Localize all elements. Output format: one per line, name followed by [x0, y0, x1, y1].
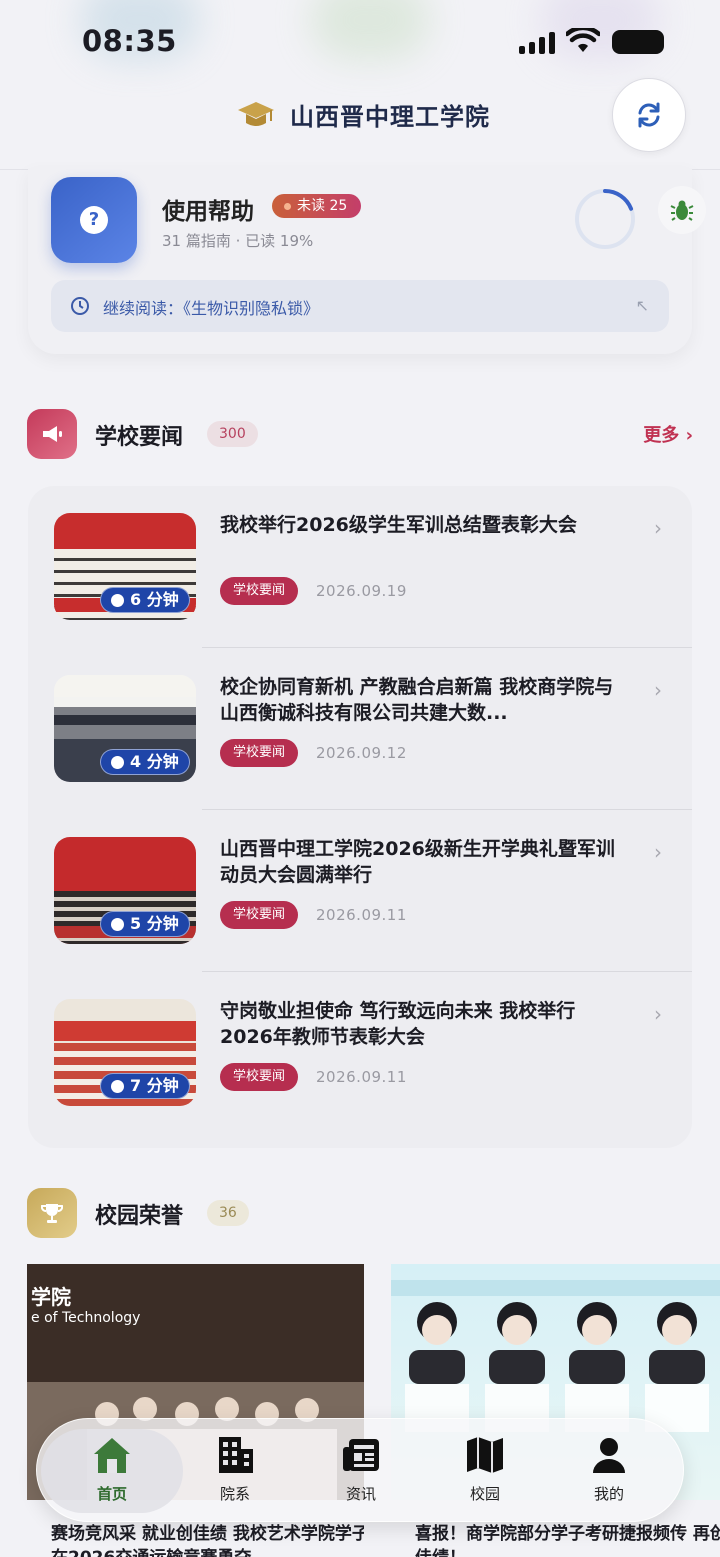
- help-card[interactable]: ? 使用帮助 未读 25 31 篇指南 · 已读 19% 继续阅读：《生物识别隐…: [28, 168, 706, 354]
- help-subtitle: 31 篇指南 · 已读 19%: [162, 232, 314, 250]
- news-date: 2026.09.11: [316, 906, 407, 924]
- news-tag: 学校要闻: [220, 577, 299, 605]
- unread-badge: 未读 25: [272, 194, 362, 218]
- honor-caption: 喜报！商学院部分学子考研捷报频传 再创佳绩！: [415, 1524, 720, 1557]
- signal-icon: [519, 30, 557, 54]
- news-thumbnail: 4 分钟: [54, 675, 196, 782]
- news-item[interactable]: 7 分钟 守岗敬业担使命 笃行致远向未来 我校举行2026年教师节表彰大会 学校…: [28, 972, 692, 1134]
- news-thumbnail: 6 分钟: [54, 513, 196, 620]
- status-time: 08:35: [82, 24, 177, 58]
- tab-departments[interactable]: 院系: [175, 1429, 295, 1513]
- tab-label: 资讯: [345, 1485, 376, 1503]
- honor-count-badge: 36: [207, 1200, 249, 1226]
- map-icon: [467, 1437, 503, 1473]
- graduation-cap-icon: [238, 102, 274, 126]
- bug-icon: [670, 200, 694, 221]
- tab-home[interactable]: 首页: [41, 1429, 183, 1513]
- news-tag: 学校要闻: [220, 901, 299, 929]
- news-title: 山西晋中理工学院2026级新生开学典礼暨军训动员大会圆满举行: [220, 838, 615, 886]
- news-date: 2026.09.11: [316, 1068, 407, 1086]
- profile-icon: [593, 1438, 625, 1473]
- more-link[interactable]: 更多 ›: [643, 421, 693, 447]
- news-date: 2026.09.19: [316, 582, 407, 600]
- read-time-pill: 7 分钟: [100, 1073, 190, 1099]
- chevron-right-icon: ›: [654, 1002, 662, 1026]
- news-item[interactable]: 4 分钟 校企协同育新机 产教融合启新篇 我校商学院与山西衡诚科技有限公司共建大…: [28, 648, 692, 810]
- arrow-up-left-icon: ↖: [635, 296, 649, 315]
- read-time-pill: 6 分钟: [100, 587, 190, 613]
- news-count-badge: 300: [207, 421, 258, 447]
- tab-campus[interactable]: 校园: [425, 1429, 545, 1513]
- news-title: 我校举行2026级学生军训总结暨表彰大会: [220, 514, 577, 536]
- news-list: 6 分钟 我校举行2026级学生军训总结暨表彰大会 学校要闻 2026.09.1…: [28, 486, 692, 1148]
- chevron-right-icon: ›: [654, 516, 662, 540]
- tab-label: 我的: [593, 1485, 624, 1503]
- news-section-title: 学校要闻: [95, 425, 184, 450]
- news-thumbnail: 5 分钟: [54, 837, 196, 944]
- svg-text:e of Technology: e of Technology: [31, 1310, 140, 1326]
- news-section-header: 学校要闻 300 更多 ›: [27, 409, 693, 461]
- svg-text:学院: 学院: [31, 1285, 71, 1309]
- home-icon: [94, 1438, 130, 1473]
- bug-report-button[interactable]: [658, 186, 706, 234]
- battery-icon: [612, 30, 664, 54]
- building-icon: [219, 1437, 253, 1473]
- help-icon: ?: [51, 177, 137, 263]
- news-thumbnail: 7 分钟: [54, 999, 196, 1106]
- news-date: 2026.09.12: [316, 744, 407, 762]
- brand: 山西晋中理工学院: [236, 96, 490, 132]
- news-title: 守岗敬业担使命 笃行致远向未来 我校举行2026年教师节表彰大会: [220, 1000, 576, 1048]
- news-item[interactable]: 5 分钟 山西晋中理工学院2026级新生开学典礼暨军训动员大会圆满举行 学校要闻…: [28, 810, 692, 972]
- tab-label: 校园: [469, 1485, 500, 1503]
- read-time-pill: 4 分钟: [100, 749, 190, 775]
- megaphone-icon: [27, 409, 77, 459]
- history-icon: [71, 297, 89, 315]
- chevron-right-icon: ›: [654, 840, 662, 864]
- tab-bar: 首页 院系 资讯 校园 我的: [36, 1418, 684, 1522]
- continue-reading-button[interactable]: 继续阅读：《生物识别隐私锁》 ↖: [51, 280, 669, 332]
- tab-news[interactable]: 资讯: [301, 1429, 421, 1513]
- trophy-icon: [27, 1188, 77, 1238]
- app-title: 山西晋中理工学院: [290, 102, 490, 131]
- honor-section-title: 校园荣誉: [95, 1204, 184, 1229]
- news-tag: 学校要闻: [220, 1063, 299, 1091]
- news-item[interactable]: 6 分钟 我校举行2026级学生军训总结暨表彰大会 学校要闻 2026.09.1…: [28, 486, 692, 648]
- refresh-button[interactable]: [612, 78, 686, 152]
- help-title: 使用帮助: [162, 199, 254, 225]
- continue-reading-text: 继续阅读：《生物识别隐私锁》: [103, 299, 320, 318]
- read-time-pill: 5 分钟: [100, 911, 190, 937]
- honor-section-header: 校园荣誉 36: [27, 1188, 693, 1240]
- honor-caption: 赛场竞风采 就业创佳绩 我校艺术学院学子在2026交通运输竞赛勇夺...: [51, 1524, 364, 1557]
- refresh-icon: [638, 102, 660, 128]
- tab-label: 院系: [219, 1485, 250, 1503]
- chevron-right-icon: ›: [654, 678, 662, 702]
- status-bar: 08:35: [0, 0, 720, 86]
- read-progress-ring: [575, 189, 635, 249]
- app-header: 山西晋中理工学院: [0, 78, 720, 170]
- tab-profile[interactable]: 我的: [549, 1429, 669, 1513]
- news-title: 校企协同育新机 产教融合启新篇 我校商学院与山西衡诚科技有限公司共建大数...: [220, 676, 614, 724]
- wifi-icon: [566, 28, 600, 52]
- tab-label: 首页: [96, 1485, 127, 1503]
- news-icon: [343, 1439, 379, 1471]
- news-tag: 学校要闻: [220, 739, 299, 767]
